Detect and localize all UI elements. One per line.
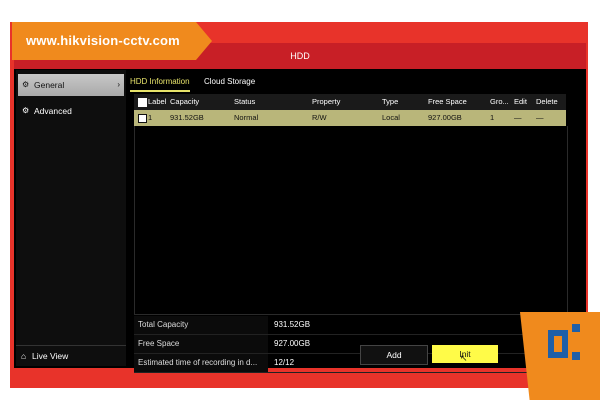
total-capacity-label: Total Capacity — [134, 316, 268, 334]
home-icon: ⌂ — [21, 351, 27, 361]
row-capacity: 931.52GB — [170, 113, 204, 122]
sidebar-item-general[interactable]: ⚙ General › — [18, 74, 124, 96]
row-group: 1 — [490, 113, 495, 122]
select-all-checkbox[interactable] — [138, 97, 147, 107]
row-status: Normal — [234, 113, 259, 122]
init-button[interactable]: Init ↖ — [432, 345, 498, 363]
col-group: Gro... — [490, 97, 509, 106]
col-free-space: Free Space — [428, 97, 467, 106]
row-type: Local — [382, 113, 400, 122]
main-panel: HDD Information Cloud Storage Label Capa… — [128, 70, 584, 373]
logo-mark-icon — [548, 324, 580, 360]
live-view-button[interactable]: ⌂ Live View — [16, 345, 126, 365]
recording-time-value: 12/12 — [274, 358, 295, 367]
sidebar-item-advanced[interactable]: ⚙ Advanced — [18, 100, 124, 122]
table-row[interactable]: 1 931.52GB Normal R/W Local 927.00GB 1 —… — [134, 110, 566, 126]
mouse-cursor-icon: ↖ — [460, 353, 468, 363]
add-button[interactable]: Add — [360, 345, 428, 365]
col-property: Property — [312, 97, 341, 106]
row-property: R/W — [312, 113, 327, 122]
table-header: Label Capacity Status Property Type Free… — [134, 94, 566, 110]
sidebar: ⚙ General › ⚙ Advanced — [16, 70, 126, 366]
total-capacity-value: 931.52GB — [274, 320, 311, 329]
summary-row: Free Space 927.00GB — [134, 335, 574, 354]
live-view-label: Live View — [32, 351, 69, 361]
col-type: Type — [382, 97, 399, 106]
gear-icon: ⚙ — [22, 80, 30, 89]
table-body-area — [134, 126, 568, 315]
recording-time-label: Estimated time of recording in d... — [134, 354, 268, 372]
col-delete: Delete — [536, 97, 558, 106]
col-label: Label — [148, 97, 166, 106]
tab-cloud-storage[interactable]: Cloud Storage — [204, 74, 255, 90]
free-space-label: Free Space — [134, 335, 268, 353]
free-space-value: 927.00GB — [274, 339, 311, 348]
website-banner: www.hikvision-cctv.com — [12, 22, 212, 60]
chevron-right-icon: › — [117, 80, 120, 89]
row-label: 1 — [148, 113, 153, 122]
delete-icon[interactable]: — — [532, 110, 566, 126]
summary-row: Estimated time of recording in d... 12/1… — [134, 354, 574, 373]
edit-icon[interactable]: — — [510, 110, 532, 126]
summary-panel: Total Capacity 931.52GB Free Space 927.0… — [134, 316, 574, 373]
company-logo — [520, 312, 600, 400]
row-free-space: 927.00GB — [428, 113, 462, 122]
sidebar-item-label: Advanced — [34, 106, 72, 116]
summary-row: Total Capacity 931.52GB — [134, 316, 574, 335]
col-status: Status — [234, 97, 256, 106]
row-checkbox[interactable] — [138, 113, 147, 123]
col-capacity: Capacity — [170, 97, 200, 106]
tab-hdd-information[interactable]: HDD Information — [130, 74, 190, 92]
col-edit: Edit — [514, 97, 527, 106]
gear-icon: ⚙ — [22, 106, 30, 115]
sidebar-item-label: General — [34, 80, 65, 90]
